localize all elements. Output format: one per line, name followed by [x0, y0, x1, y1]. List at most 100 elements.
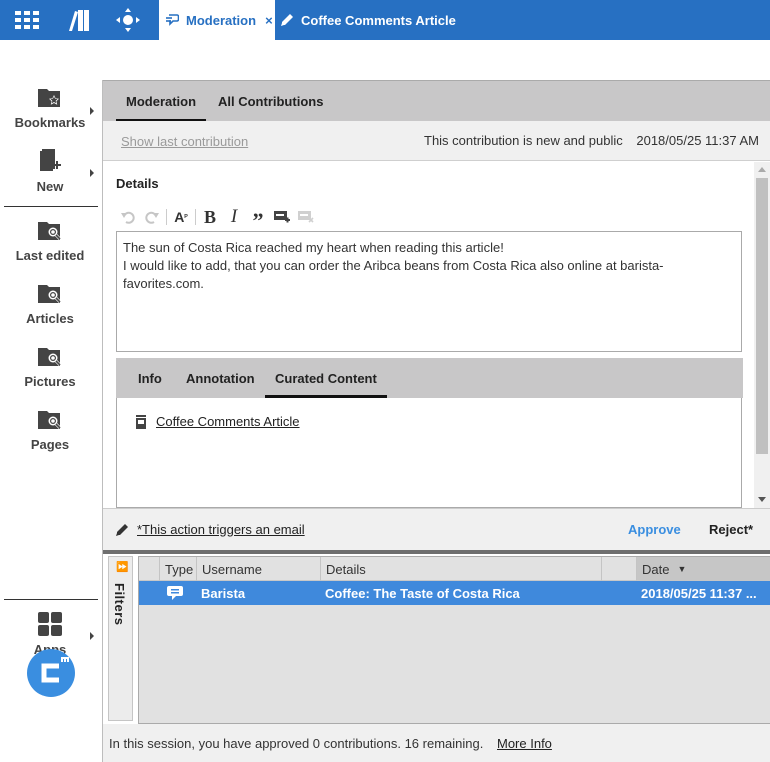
editor-line: The sun of Costa Rica reached my heart w… [123, 240, 504, 255]
scroll-thumb[interactable] [756, 178, 768, 454]
column-type-label: Type [165, 561, 194, 577]
italic-icon[interactable]: I [222, 206, 246, 228]
sidebar: Bookmarks New Last edited Articles Pictu… [0, 40, 102, 762]
submenu-arrow-icon [90, 107, 94, 115]
moderation-icon [165, 14, 179, 26]
toolbar-separator [166, 209, 167, 225]
pencil-icon [280, 13, 294, 27]
remove-link-icon[interactable] [294, 206, 318, 228]
tab-moderation[interactable]: Moderation × [159, 0, 275, 40]
email-trigger-note[interactable]: *This action triggers an email [137, 522, 305, 537]
column-header-type[interactable]: Type [159, 557, 196, 581]
column-header-select [139, 557, 159, 581]
submenu-arrow-icon [90, 169, 94, 177]
tab-info[interactable]: Info [138, 358, 162, 398]
sidebar-item-new[interactable]: New [0, 149, 100, 194]
curated-content-item: Coffee Comments Article [136, 414, 300, 429]
redo-icon[interactable] [140, 206, 164, 228]
contribution-info-bar: Show last contribution This contribution… [103, 121, 770, 161]
text-style-icon[interactable]: Aᴾ [169, 206, 193, 228]
tab-all-contributions-label: All Contributions [218, 94, 324, 109]
details-scrollbar[interactable] [754, 162, 770, 508]
folder-star-icon [38, 87, 62, 112]
sidebar-item-last-edited[interactable]: Last edited [0, 220, 100, 263]
session-footer: In this session, you have approved 0 con… [103, 724, 770, 762]
toolbar-separator [195, 209, 196, 225]
bold-icon[interactable]: B [198, 206, 222, 228]
sidebar-item-articles[interactable]: Articles [0, 283, 100, 326]
sidebar-item-pictures[interactable]: Pictures [0, 346, 100, 389]
submenu-arrow-icon [90, 632, 94, 640]
approve-button[interactable]: Approve [628, 522, 681, 537]
tab-annotation[interactable]: Annotation [186, 358, 255, 398]
row-username: Barista [201, 585, 246, 601]
main-tabs: Moderation All Contributions [103, 80, 770, 122]
tab-moderation-main[interactable]: Moderation [116, 81, 207, 122]
sidebar-item-pages[interactable]: Pages [0, 409, 100, 452]
undo-icon[interactable] [116, 206, 140, 228]
grid-menu-icon[interactable] [2, 0, 52, 40]
column-header-username[interactable]: Username [196, 557, 320, 581]
tab-annotation-label: Annotation [186, 370, 255, 386]
contribution-status: This contribution is new and public [424, 133, 623, 148]
sidebar-divider [4, 206, 98, 207]
column-username-label: Username [202, 561, 262, 577]
sidebar-item-new-label: New [36, 179, 64, 194]
sidebar-item-bookmarks[interactable]: Bookmarks [0, 87, 100, 130]
tab-coffee-comments-label: Coffee Comments Article [301, 12, 456, 28]
edit-pencil-icon[interactable] [115, 523, 129, 540]
detail-subpanel: Info Annotation Curated Content Coffee C… [116, 358, 743, 508]
contribution-timestamp: 2018/05/25 11:37 AM [636, 133, 759, 148]
navigate-icon[interactable] [103, 0, 153, 40]
sort-descending-icon: ▼ [677, 564, 687, 574]
scroll-down-icon[interactable] [758, 497, 766, 502]
library-icon[interactable] [53, 0, 103, 40]
details-title: Details [116, 176, 159, 191]
row-details: Coffee: The Taste of Costa Rica [325, 585, 520, 601]
comment-icon [167, 581, 183, 605]
close-tab-icon[interactable]: × [265, 13, 273, 28]
new-document-icon [38, 149, 62, 176]
contributions-area: ⏩ Filters Type Username Details Date ▼ B… [103, 554, 770, 724]
sidebar-item-pages-label: Pages [30, 437, 70, 452]
insert-link-icon[interactable] [270, 206, 294, 228]
top-bar: Moderation × Coffee Comments Article [0, 0, 770, 40]
tab-coffee-comments-article[interactable]: Coffee Comments Article [280, 0, 456, 40]
reject-button[interactable]: Reject* [709, 522, 753, 537]
tab-moderation-label: Moderation [186, 12, 257, 28]
details-content: Details Aᴾ B I ” The sun of Costa Rica r… [103, 162, 770, 508]
grid-header: Type Username Details Date ▼ [139, 557, 770, 581]
column-header-blank[interactable] [601, 557, 636, 581]
brand-logo[interactable] [27, 649, 75, 697]
sidebar-item-pictures-label: Pictures [24, 374, 76, 389]
column-header-details[interactable]: Details [320, 557, 601, 581]
column-details-label: Details [326, 561, 366, 577]
tab-info-label: Info [138, 370, 162, 386]
scroll-up-icon[interactable] [758, 167, 766, 172]
moderation-action-bar: *This action triggers an email Approve R… [103, 508, 770, 550]
editor-line: I would like to add, that you can order … [123, 258, 664, 291]
tab-moderation-main-label: Moderation [126, 94, 197, 109]
show-last-contribution-link[interactable]: Show last contribution [121, 134, 248, 149]
expand-filters-icon: ⏩ [116, 562, 129, 573]
blockquote-icon[interactable]: ” [246, 206, 270, 233]
folder-search-icon [38, 220, 62, 245]
column-header-date[interactable]: Date ▼ [636, 557, 770, 581]
filters-panel-toggle[interactable]: ⏩ Filters [108, 556, 133, 721]
column-date-label: Date [642, 561, 670, 577]
table-row[interactable]: Barista Coffee: The Taste of Costa Rica … [139, 581, 770, 605]
sidebar-divider [4, 599, 98, 600]
folder-search-icon [38, 409, 62, 434]
sidebar-item-articles-label: Articles [26, 311, 74, 326]
tab-all-contributions[interactable]: All Contributions [218, 81, 323, 122]
sidebar-item-bookmarks-label: Bookmarks [14, 115, 86, 130]
comment-editor[interactable]: The sun of Costa Rica reached my heart w… [116, 231, 742, 352]
apps-grid-icon [38, 612, 62, 639]
detail-subtabs: Info Annotation Curated Content [116, 358, 743, 398]
curated-article-link[interactable]: Coffee Comments Article [156, 414, 300, 429]
row-date: 2018/05/25 11:37 ... [641, 585, 757, 601]
editor-toolbar: Aᴾ B I ” [116, 206, 318, 233]
more-info-link[interactable]: More Info [497, 736, 552, 751]
tab-curated-content-label: Curated Content [275, 370, 377, 386]
tab-curated-content[interactable]: Curated Content [265, 358, 387, 398]
